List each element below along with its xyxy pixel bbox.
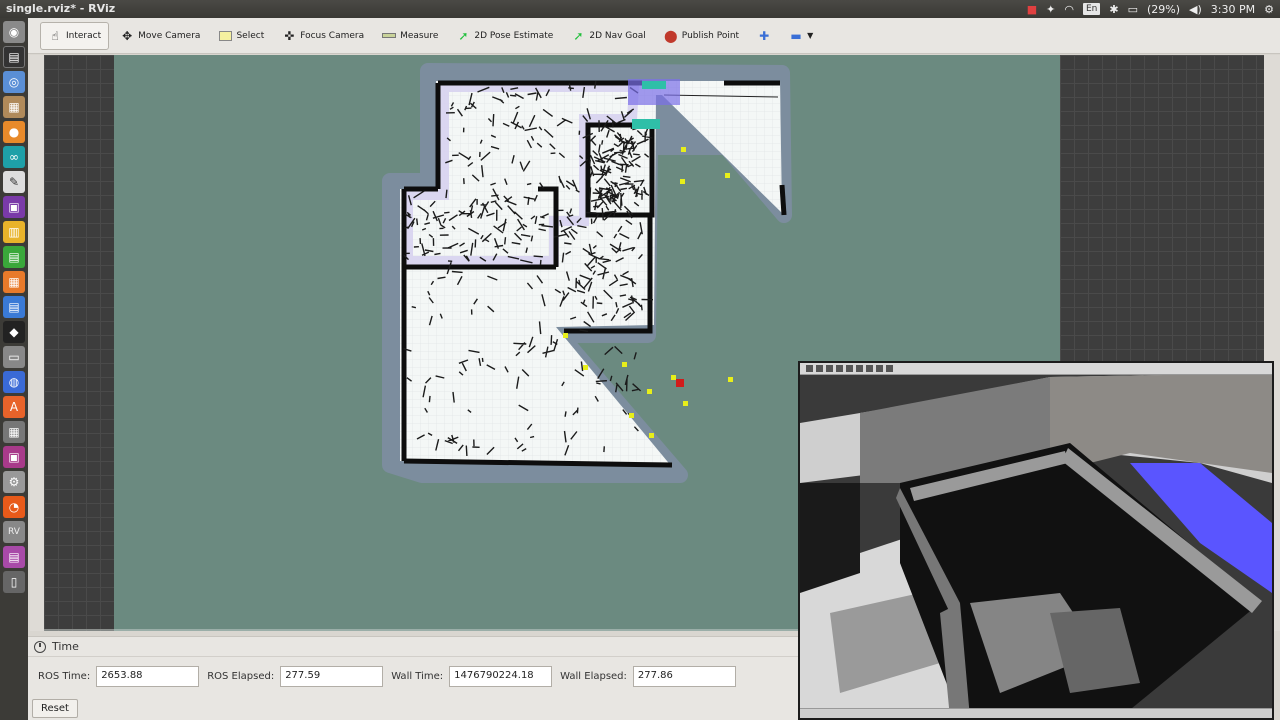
- editor-icon[interactable]: ✎: [3, 171, 25, 193]
- wall-time-label: Wall Time:: [391, 671, 444, 682]
- gazebo-box-icon[interactable]: [846, 365, 853, 372]
- gazebo-arrow-icon[interactable]: [806, 365, 813, 372]
- publish-point-tool[interactable]: ⬤ Publish Point: [657, 22, 746, 50]
- gazebo-sphere-icon[interactable]: [856, 365, 863, 372]
- gazebo-status-bar: [800, 708, 1272, 718]
- gazebo-scene: [800, 363, 1272, 718]
- measure-icon: [382, 29, 397, 43]
- remove-tool-button[interactable]: ▬ ▼: [782, 22, 820, 50]
- media-icon[interactable]: ▤: [3, 546, 25, 568]
- pose-arrow-icon: ➚: [458, 28, 469, 43]
- reset-button[interactable]: Reset: [32, 699, 78, 718]
- wall-time-field[interactable]: 1476790224.18: [449, 666, 553, 687]
- gazebo-window[interactable]: [798, 361, 1274, 720]
- plus-icon: ✚: [759, 28, 770, 43]
- focus-camera-tool[interactable]: ✜ Focus Camera: [275, 22, 371, 50]
- measure-tool[interactable]: Measure: [375, 22, 445, 50]
- photos-icon[interactable]: ▣: [3, 446, 25, 468]
- dash-icon[interactable]: ◉: [3, 21, 25, 43]
- window-title: single.rviz* - RViz: [6, 2, 116, 15]
- ubuntu-icon[interactable]: ◔: [3, 496, 25, 518]
- gazebo-toolbar: [800, 363, 1272, 375]
- wall-elapsed-field[interactable]: 277.86: [632, 666, 736, 687]
- calculator-icon[interactable]: ▦: [3, 421, 25, 443]
- chromium-icon[interactable]: ◎: [3, 71, 25, 93]
- gazebo-scale-icon[interactable]: [836, 365, 843, 372]
- robot-footprint: [632, 119, 660, 129]
- archive-icon[interactable]: ▥: [3, 221, 25, 243]
- keyboard-layout[interactable]: En: [1082, 3, 1101, 15]
- time-panel-header: Time: [28, 637, 800, 657]
- record-icon[interactable]: ■: [1027, 3, 1037, 16]
- interact-tool[interactable]: ☝ Interact: [40, 21, 110, 50]
- rviz-icon[interactable]: RV: [3, 521, 25, 543]
- gazebo-light-icon[interactable]: [876, 365, 883, 372]
- software-icon[interactable]: A: [3, 396, 25, 418]
- gazebo-translate-icon[interactable]: [816, 365, 823, 372]
- chevron-down-icon: ▼: [807, 31, 814, 40]
- goal-arrow-icon: ➚: [573, 28, 584, 43]
- terminal-icon[interactable]: ▤: [3, 46, 25, 68]
- trash-icon[interactable]: ▯: [3, 571, 25, 593]
- gazebo-screenshot-icon[interactable]: [886, 365, 893, 372]
- top-panel: single.rviz* - RViz ■ ✦ ◠ En ✱ ▭ (29%) ◀…: [0, 0, 1280, 18]
- hand-icon: ☝: [51, 28, 59, 43]
- clock[interactable]: 3:30 PM: [1211, 3, 1255, 16]
- ros-elapsed-label: ROS Elapsed:: [207, 671, 275, 682]
- rviz-toolbar: ☝ Interact ✥ Move Camera Select ✜ Focus …: [28, 18, 1280, 54]
- system-tray: ■ ✦ ◠ En ✱ ▭ (29%) ◀) 3:30 PM ⚙: [1027, 1, 1274, 17]
- clock-icon: [34, 640, 46, 653]
- volume-icon[interactable]: ◀): [1189, 3, 1202, 16]
- minus-icon: ▬: [790, 28, 802, 43]
- battery-icon[interactable]: ▭: [1128, 3, 1138, 16]
- wifi-icon[interactable]: ◠: [1064, 3, 1074, 16]
- gazebo-rotate-icon[interactable]: [826, 365, 833, 372]
- ros-time-label: ROS Time:: [38, 671, 91, 682]
- text-icon[interactable]: ▦: [3, 271, 25, 293]
- arduino-icon[interactable]: ∞: [3, 146, 25, 168]
- ros-time-field[interactable]: 2653.88: [96, 666, 200, 687]
- drive-icon[interactable]: ▭: [3, 346, 25, 368]
- app-icon[interactable]: ▣: [3, 196, 25, 218]
- add-tool-button[interactable]: ✚: [750, 22, 778, 50]
- battery-level[interactable]: (29%): [1147, 3, 1180, 16]
- left-dock-splitter[interactable]: [30, 55, 44, 631]
- blender-icon[interactable]: ●: [3, 121, 25, 143]
- move-camera-tool[interactable]: ✥ Move Camera: [113, 22, 207, 50]
- document-icon[interactable]: ▤: [3, 296, 25, 318]
- move-camera-icon: ✥: [122, 28, 133, 43]
- pose-estimate-tool[interactable]: ➚ 2D Pose Estimate: [449, 22, 560, 50]
- gazebo-cylinder-icon[interactable]: [866, 365, 873, 372]
- firefox-icon[interactable]: ◍: [3, 371, 25, 393]
- select-tool[interactable]: Select: [211, 22, 271, 50]
- settings-icon[interactable]: ⚙: [3, 471, 25, 493]
- nav-goal-tool[interactable]: ➚ 2D Nav Goal: [564, 22, 652, 50]
- time-row: ROS Time: 2653.88 ROS Elapsed: 277.59 Wa…: [38, 666, 744, 687]
- ros-elapsed-field[interactable]: 277.59: [280, 666, 384, 687]
- gear-icon[interactable]: ⚙: [1264, 3, 1274, 16]
- focus-camera-icon: ✜: [284, 28, 295, 43]
- map-pin-icon: ⬤: [664, 28, 678, 43]
- launcher: ◉ ▤ ◎ ▦ ● ∞ ✎ ▣ ▥ ▤ ▦ ▤ ◆ ▭ ◍ A ▦ ▣ ⚙ ◔ …: [0, 18, 28, 720]
- select-icon: [218, 29, 232, 43]
- bluetooth-icon[interactable]: ✱: [1109, 3, 1118, 16]
- spreadsheet-icon[interactable]: ▤: [3, 246, 25, 268]
- messaging-icon[interactable]: ✦: [1046, 3, 1055, 16]
- files-icon[interactable]: ▦: [3, 96, 25, 118]
- time-panel: Time ROS Time: 2653.88 ROS Elapsed: 277.…: [28, 636, 800, 720]
- robot-marker: [676, 379, 684, 387]
- inkscape-icon[interactable]: ◆: [3, 321, 25, 343]
- wall-elapsed-label: Wall Elapsed:: [560, 671, 627, 682]
